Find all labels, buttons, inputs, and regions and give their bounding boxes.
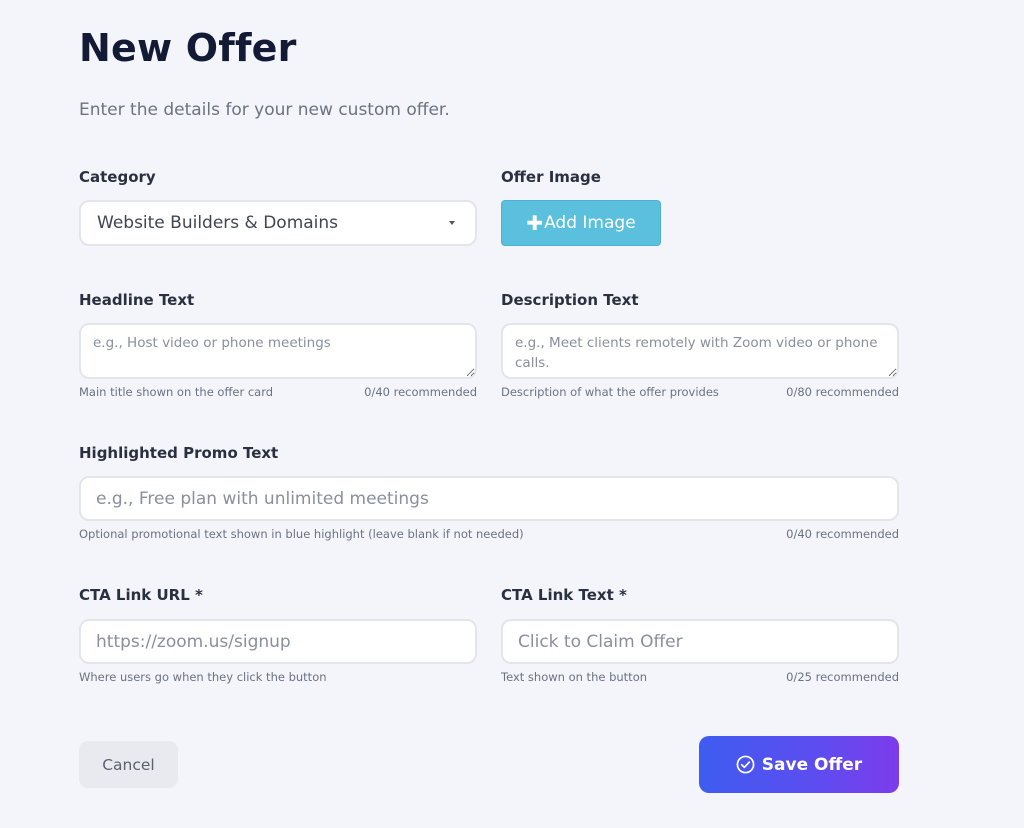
promo-label: Highlighted Promo Text — [79, 444, 279, 462]
add-image-button[interactable]: ✚ Add Image — [501, 200, 661, 246]
cta-text-label: CTA Link Text * — [501, 586, 627, 604]
cta-url-help: Where users go when they click the butto… — [79, 670, 327, 684]
promo-input[interactable] — [79, 476, 899, 521]
headline-help: Main title shown on the offer card — [79, 385, 274, 399]
offer-image-label: Offer Image — [501, 168, 601, 186]
cta-text-input[interactable] — [501, 619, 899, 664]
promo-help: Optional promotional text shown in blue … — [79, 527, 524, 541]
category-label: Category — [79, 168, 156, 186]
description-count: 0/80 recommended — [786, 385, 899, 399]
cta-text-help: Text shown on the button — [501, 670, 648, 684]
description-textarea[interactable] — [501, 323, 899, 379]
category-select[interactable]: Website Builders & Domains — [79, 200, 477, 246]
add-image-label: Add Image — [544, 213, 636, 233]
plus-icon: ✚ — [526, 211, 544, 235]
check-circle-icon — [736, 755, 755, 774]
description-label: Description Text — [501, 291, 639, 309]
caret-down-icon — [449, 221, 455, 225]
promo-count: 0/40 recommended — [786, 527, 899, 541]
save-offer-label: Save Offer — [761, 754, 863, 775]
headline-label: Headline Text — [79, 291, 195, 309]
page-title: New Offer — [79, 26, 297, 70]
cta-url-label: CTA Link URL * — [79, 586, 203, 604]
new-offer-page: New Offer Enter the details for your new… — [0, 0, 1024, 828]
cta-url-input[interactable] — [79, 619, 477, 664]
cta-text-count: 0/25 recommended — [786, 670, 899, 684]
page-subtitle: Enter the details for your new custom of… — [79, 100, 450, 120]
cancel-button[interactable]: Cancel — [79, 741, 178, 788]
description-help: Description of what the offer provides — [501, 385, 719, 399]
headline-textarea[interactable] — [79, 323, 477, 379]
category-select-value: Website Builders & Domains — [97, 213, 339, 233]
headline-count: 0/40 recommended — [364, 385, 477, 399]
save-offer-button[interactable]: Save Offer — [699, 736, 899, 793]
